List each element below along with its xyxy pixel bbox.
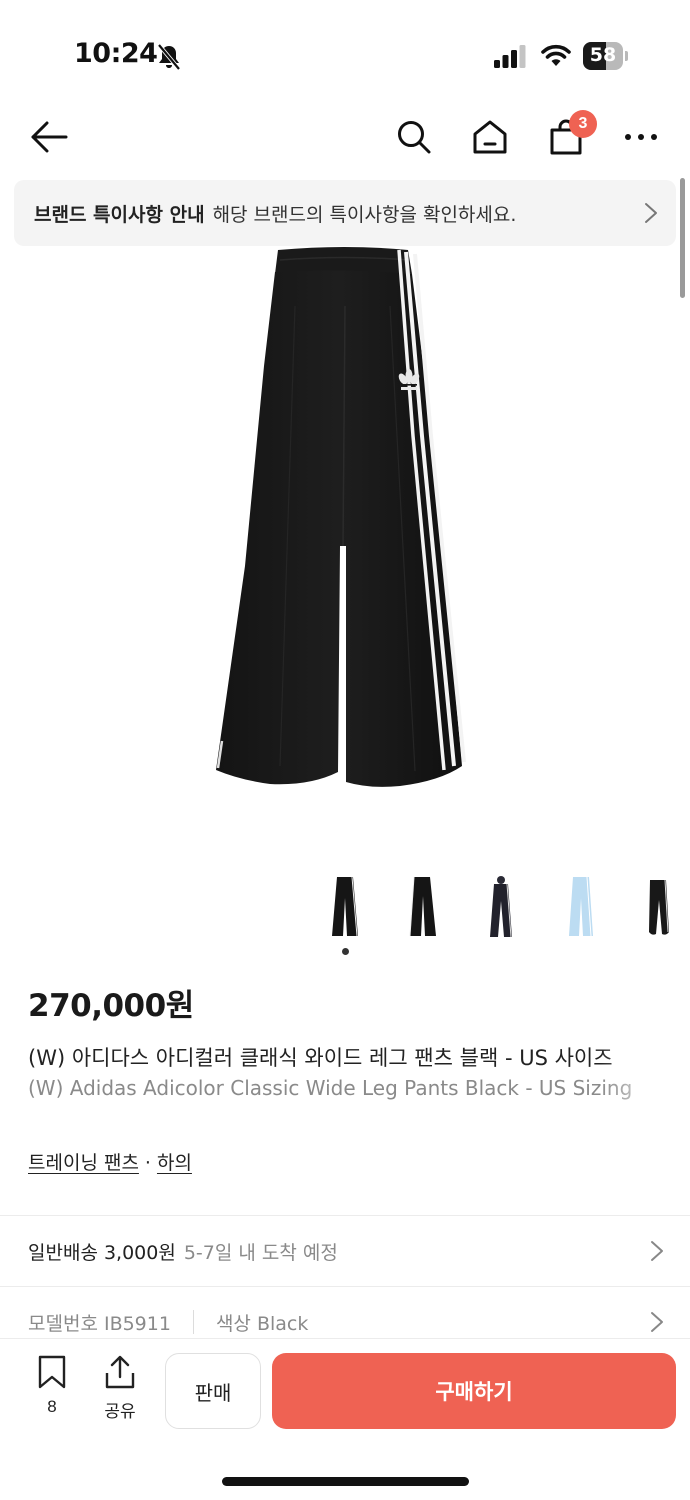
buy-button[interactable]: 구매하기 (272, 1353, 676, 1429)
brand-notice-banner[interactable]: 브랜드 특이사항 안내 해당 브랜드의 특이사항을 확인하세요. (14, 180, 676, 246)
home-indicator[interactable] (222, 1477, 469, 1486)
thumbnail-3[interactable] (466, 872, 536, 942)
thumbnail-image (490, 876, 512, 938)
status-time: 10:24 (74, 38, 158, 69)
category-breadcrumb: 트레이닝 팬츠 · 하의 (28, 1148, 192, 1175)
bookmark-button[interactable]: 8 (30, 1355, 74, 1425)
battery-icon: 58 (583, 42, 628, 70)
back-arrow-icon (31, 121, 68, 153)
thumbnail-2[interactable] (388, 872, 458, 942)
sell-button[interactable]: 판매 (165, 1353, 261, 1429)
thumbnail-4[interactable] (546, 872, 616, 942)
category-link-secondary[interactable]: 하의 (157, 1152, 192, 1174)
bookmark-count: 8 (47, 1397, 57, 1416)
bottom-action-bar: 8 공유 판매 구매하기 (0, 1338, 690, 1500)
notice-text: 해당 브랜드의 특이사항을 확인하세요. (212, 203, 517, 226)
app-header: 3 (0, 100, 690, 172)
cart-button[interactable]: 3 (541, 110, 597, 162)
signal-icon (494, 45, 526, 68)
home-button[interactable] (465, 112, 515, 162)
bookmark-icon (38, 1355, 66, 1389)
share-label: 공유 (104, 1402, 136, 1422)
home-icon (473, 120, 507, 154)
thumbnail-strip (310, 862, 690, 952)
chevron-right-icon (645, 203, 657, 223)
category-link-primary[interactable]: 트레이닝 팬츠 (28, 1152, 139, 1174)
more-button[interactable] (616, 112, 666, 162)
thumbnail-image (332, 876, 358, 937)
search-button[interactable] (389, 112, 439, 162)
back-button[interactable] (24, 112, 74, 162)
thumbnail-image (569, 876, 593, 937)
thumbnail-image (409, 876, 436, 937)
search-icon (398, 121, 431, 154)
scrollbar[interactable] (680, 178, 685, 298)
product-title-en: (W) Adidas Adicolor Classic Wide Leg Pan… (28, 1076, 633, 1100)
bell-off-icon (157, 43, 181, 71)
battery-level: 58 (589, 44, 617, 66)
model-number: 모델번호 IB5911 (28, 1312, 171, 1335)
shipping-label: 일반배송 3,000원 (28, 1241, 176, 1264)
notice-title: 브랜드 특이사항 안내 (34, 203, 205, 226)
cart-count-badge: 3 (569, 110, 597, 138)
product-image[interactable] (200, 246, 490, 806)
product-price: 270,000원 (28, 988, 194, 1024)
share-button[interactable]: 공유 (96, 1355, 144, 1425)
color-value: 색상 Black (215, 1312, 309, 1335)
thumbnail-indicator-dot (342, 948, 349, 955)
shipping-row[interactable]: 일반배송 3,000원 5-7일 내 도착 예정 (0, 1216, 690, 1286)
chevron-right-icon (651, 1312, 663, 1332)
thumbnail-1[interactable] (310, 872, 380, 942)
shipping-eta: 5-7일 내 도착 예정 (183, 1241, 338, 1264)
chevron-right-icon (651, 1241, 663, 1261)
category-separator: · (144, 1152, 151, 1174)
wifi-icon (541, 44, 571, 66)
more-icon (625, 134, 657, 140)
share-icon (105, 1355, 135, 1389)
thumbnail-5[interactable] (624, 872, 690, 942)
thumbnail-image (649, 879, 669, 935)
row-separator (192, 1310, 194, 1334)
product-title-ko: (W) 아디다스 아디컬러 클래식 와이드 레그 팬츠 블랙 - US 사이즈 (28, 1046, 613, 1070)
status-bar: 10:24 58 (0, 0, 690, 110)
